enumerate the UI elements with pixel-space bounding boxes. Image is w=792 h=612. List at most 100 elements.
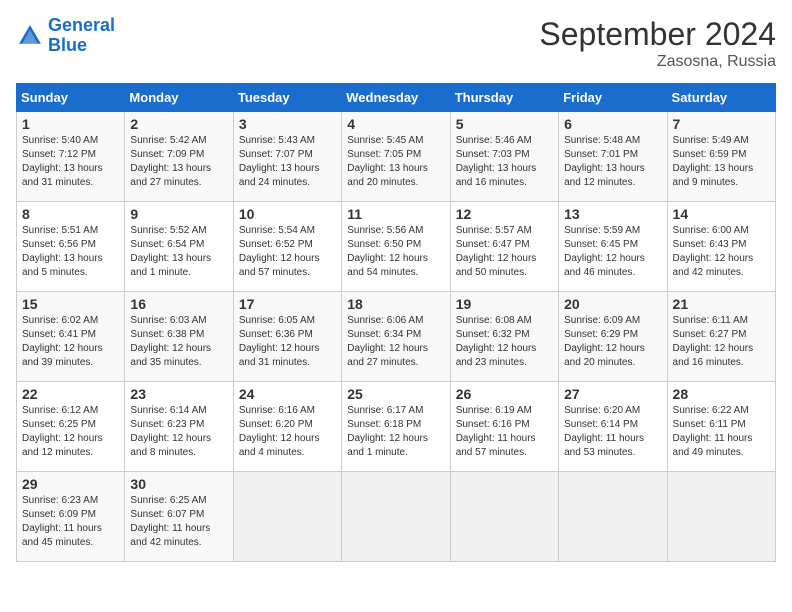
day-detail: Sunrise: 6:17 AM Sunset: 6:18 PM Dayligh… bbox=[347, 404, 444, 460]
day-detail: Sunrise: 5:40 AM Sunset: 7:12 PM Dayligh… bbox=[22, 134, 119, 190]
calendar-table: Sunday Monday Tuesday Wednesday Thursday… bbox=[16, 83, 776, 562]
calendar-day: 30 Sunrise: 6:25 AM Sunset: 6:07 PM Dayli… bbox=[125, 472, 233, 562]
day-number: 10 bbox=[239, 206, 336, 222]
day-detail: Sunrise: 5:48 AM Sunset: 7:01 PM Dayligh… bbox=[564, 134, 661, 190]
day-detail: Sunrise: 6:25 AM Sunset: 6:07 PM Dayligh… bbox=[130, 494, 227, 550]
calendar-day: 6 Sunrise: 5:48 AM Sunset: 7:01 PM Daylig… bbox=[559, 112, 667, 202]
header-saturday: Saturday bbox=[667, 84, 775, 112]
calendar-day: 4 Sunrise: 5:45 AM Sunset: 7:05 PM Daylig… bbox=[342, 112, 450, 202]
day-number: 30 bbox=[130, 476, 227, 492]
calendar-day bbox=[233, 472, 341, 562]
day-detail: Sunrise: 5:52 AM Sunset: 6:54 PM Dayligh… bbox=[130, 224, 227, 280]
day-detail: Sunrise: 6:12 AM Sunset: 6:25 PM Dayligh… bbox=[22, 404, 119, 460]
day-detail: Sunrise: 5:51 AM Sunset: 6:56 PM Dayligh… bbox=[22, 224, 119, 280]
day-detail: Sunrise: 6:06 AM Sunset: 6:34 PM Dayligh… bbox=[347, 314, 444, 370]
calendar-day: 29 Sunrise: 6:23 AM Sunset: 6:09 PM Dayli… bbox=[17, 472, 125, 562]
calendar-day: 19Sunrise: 6:08 AM Sunset: 6:32 PM Dayli… bbox=[450, 292, 558, 382]
day-number: 25 bbox=[347, 386, 444, 402]
title-block: September 2024 Zasosna, Russia bbox=[539, 16, 776, 71]
calendar-week-row: 8 Sunrise: 5:51 AM Sunset: 6:56 PM Daylig… bbox=[17, 202, 776, 292]
day-detail: Sunrise: 5:49 AM Sunset: 6:59 PM Dayligh… bbox=[673, 134, 770, 190]
calendar-day: 22 Sunrise: 6:12 AM Sunset: 6:25 PM Dayli… bbox=[17, 382, 125, 472]
header-thursday: Thursday bbox=[450, 84, 558, 112]
day-detail: Sunrise: 5:59 AM Sunset: 6:45 PM Dayligh… bbox=[564, 224, 661, 280]
calendar-day: 21 Sunrise: 6:11 AM Sunset: 6:27 PM Dayli… bbox=[667, 292, 775, 382]
calendar-day bbox=[667, 472, 775, 562]
day-number: 15 bbox=[22, 296, 119, 312]
day-number: 19 bbox=[456, 296, 553, 312]
calendar-day: 1 Sunrise: 5:40 AM Sunset: 7:12 PM Daylig… bbox=[17, 112, 125, 202]
day-detail: Sunrise: 5:56 AM Sunset: 6:50 PM Dayligh… bbox=[347, 224, 444, 280]
day-detail: Sunrise: 6:02 AM Sunset: 6:41 PM Dayligh… bbox=[22, 314, 119, 370]
day-detail: Sunrise: 6:20 AM Sunset: 6:14 PM Dayligh… bbox=[564, 404, 661, 460]
calendar-day: 20Sunrise: 6:09 AM Sunset: 6:29 PM Dayli… bbox=[559, 292, 667, 382]
logo: GeneralBlue bbox=[16, 16, 115, 56]
logo-icon bbox=[16, 22, 44, 50]
calendar-day bbox=[559, 472, 667, 562]
day-number: 23 bbox=[130, 386, 227, 402]
header-wednesday: Wednesday bbox=[342, 84, 450, 112]
day-number: 12 bbox=[456, 206, 553, 222]
calendar-day: 16 Sunrise: 6:03 AM Sunset: 6:38 PM Dayli… bbox=[125, 292, 233, 382]
day-number: 4 bbox=[347, 116, 444, 132]
day-number: 27 bbox=[564, 386, 661, 402]
header-sunday: Sunday bbox=[17, 84, 125, 112]
day-detail: Sunrise: 6:00 AM Sunset: 6:43 PM Dayligh… bbox=[673, 224, 770, 280]
calendar-day: 28Sunrise: 6:22 AM Sunset: 6:11 PM Dayli… bbox=[667, 382, 775, 472]
weekday-header-row: Sunday Monday Tuesday Wednesday Thursday… bbox=[17, 84, 776, 112]
calendar-day: 11Sunrise: 5:56 AM Sunset: 6:50 PM Dayli… bbox=[342, 202, 450, 292]
day-detail: Sunrise: 6:16 AM Sunset: 6:20 PM Dayligh… bbox=[239, 404, 336, 460]
calendar-day: 25 Sunrise: 6:17 AM Sunset: 6:18 PM Dayli… bbox=[342, 382, 450, 472]
calendar-week-row: 29 Sunrise: 6:23 AM Sunset: 6:09 PM Dayli… bbox=[17, 472, 776, 562]
day-number: 2 bbox=[130, 116, 227, 132]
day-number: 22 bbox=[22, 386, 119, 402]
logo-text: GeneralBlue bbox=[48, 16, 115, 56]
day-detail: Sunrise: 6:19 AM Sunset: 6:16 PM Dayligh… bbox=[456, 404, 553, 460]
day-detail: Sunrise: 6:23 AM Sunset: 6:09 PM Dayligh… bbox=[22, 494, 119, 550]
calendar-day: 26 Sunrise: 6:19 AM Sunset: 6:16 PM Dayli… bbox=[450, 382, 558, 472]
header-friday: Friday bbox=[559, 84, 667, 112]
day-number: 7 bbox=[673, 116, 770, 132]
calendar-day: 13 Sunrise: 5:59 AM Sunset: 6:45 PM Dayli… bbox=[559, 202, 667, 292]
calendar-day: 15 Sunrise: 6:02 AM Sunset: 6:41 PM Dayli… bbox=[17, 292, 125, 382]
calendar-day: 12 Sunrise: 5:57 AM Sunset: 6:47 PM Dayli… bbox=[450, 202, 558, 292]
day-detail: Sunrise: 5:43 AM Sunset: 7:07 PM Dayligh… bbox=[239, 134, 336, 190]
day-number: 13 bbox=[564, 206, 661, 222]
day-number: 21 bbox=[673, 296, 770, 312]
calendar-day: 24 Sunrise: 6:16 AM Sunset: 6:20 PM Dayli… bbox=[233, 382, 341, 472]
day-detail: Sunrise: 5:54 AM Sunset: 6:52 PM Dayligh… bbox=[239, 224, 336, 280]
day-number: 20 bbox=[564, 296, 661, 312]
calendar-day: 17 Sunrise: 6:05 AM Sunset: 6:36 PM Dayli… bbox=[233, 292, 341, 382]
calendar-day: 7 Sunrise: 5:49 AM Sunset: 6:59 PM Daylig… bbox=[667, 112, 775, 202]
day-number: 8 bbox=[22, 206, 119, 222]
day-detail: Sunrise: 5:46 AM Sunset: 7:03 PM Dayligh… bbox=[456, 134, 553, 190]
calendar-day bbox=[342, 472, 450, 562]
calendar-day bbox=[450, 472, 558, 562]
day-number: 29 bbox=[22, 476, 119, 492]
day-number: 16 bbox=[130, 296, 227, 312]
calendar-day: 18Sunrise: 6:06 AM Sunset: 6:34 PM Dayli… bbox=[342, 292, 450, 382]
day-number: 1 bbox=[22, 116, 119, 132]
month-year: September 2024 bbox=[539, 16, 776, 53]
day-detail: Sunrise: 6:05 AM Sunset: 6:36 PM Dayligh… bbox=[239, 314, 336, 370]
day-number: 9 bbox=[130, 206, 227, 222]
day-number: 14 bbox=[673, 206, 770, 222]
calendar-day: 5Sunrise: 5:46 AM Sunset: 7:03 PM Daylig… bbox=[450, 112, 558, 202]
day-detail: Sunrise: 6:11 AM Sunset: 6:27 PM Dayligh… bbox=[673, 314, 770, 370]
day-number: 3 bbox=[239, 116, 336, 132]
day-number: 17 bbox=[239, 296, 336, 312]
calendar-day: 23 Sunrise: 6:14 AM Sunset: 6:23 PM Dayli… bbox=[125, 382, 233, 472]
calendar-day: 27 Sunrise: 6:20 AM Sunset: 6:14 PM Dayli… bbox=[559, 382, 667, 472]
day-detail: Sunrise: 6:03 AM Sunset: 6:38 PM Dayligh… bbox=[130, 314, 227, 370]
day-detail: Sunrise: 5:57 AM Sunset: 6:47 PM Dayligh… bbox=[456, 224, 553, 280]
day-detail: Sunrise: 5:45 AM Sunset: 7:05 PM Dayligh… bbox=[347, 134, 444, 190]
header-tuesday: Tuesday bbox=[233, 84, 341, 112]
day-number: 24 bbox=[239, 386, 336, 402]
calendar-day: 2 Sunrise: 5:42 AM Sunset: 7:09 PM Daylig… bbox=[125, 112, 233, 202]
day-number: 26 bbox=[456, 386, 553, 402]
day-detail: Sunrise: 5:42 AM Sunset: 7:09 PM Dayligh… bbox=[130, 134, 227, 190]
location: Zasosna, Russia bbox=[539, 53, 776, 71]
day-number: 28 bbox=[673, 386, 770, 402]
day-number: 6 bbox=[564, 116, 661, 132]
day-detail: Sunrise: 6:14 AM Sunset: 6:23 PM Dayligh… bbox=[130, 404, 227, 460]
